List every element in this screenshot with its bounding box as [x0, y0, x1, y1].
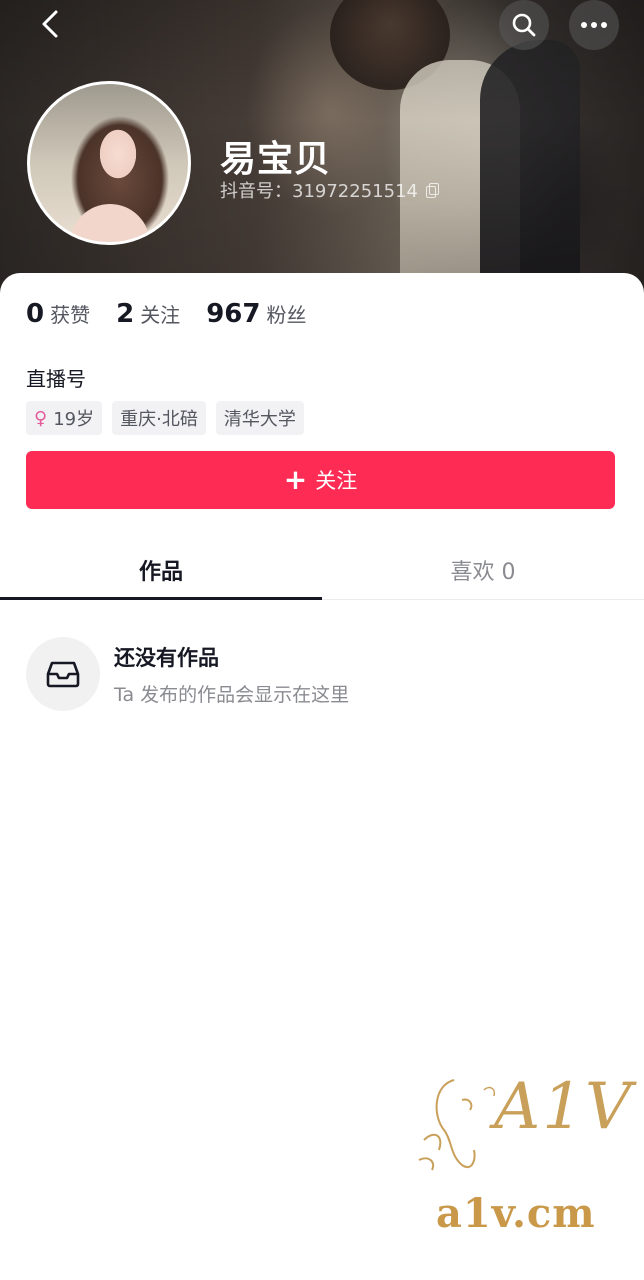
tab-likes[interactable]: 喜欢 0: [322, 541, 644, 599]
tab-works-label: 作品: [138, 560, 183, 585]
empty-state-subtitle: Ta 发布的作品会显示在这里: [114, 683, 350, 706]
more-horizontal-icon: [581, 22, 607, 28]
watermark-site: a1v.cm: [436, 1190, 596, 1237]
stat-following[interactable]: 2 关注: [116, 299, 180, 329]
tab-works[interactable]: 作品: [0, 541, 322, 599]
copy-icon[interactable]: [425, 183, 439, 198]
tab-likes-label: 喜欢 0: [450, 560, 516, 585]
chevron-left-icon: [42, 10, 58, 38]
tag-age-text: 19岁: [53, 409, 95, 430]
stat-value: 967: [206, 299, 261, 329]
stat-value: 0: [26, 299, 45, 329]
stat-value: 2: [116, 299, 135, 329]
inbox-icon: [46, 661, 80, 688]
profile-nickname: 易宝贝: [220, 139, 332, 180]
profile-stats: 0 获赞 2 关注 967 粉丝: [26, 299, 332, 329]
douyin-id-text: 抖音号：31972251514: [220, 181, 418, 202]
watermark: A1V a1v.cm: [414, 1070, 631, 1240]
stat-label: 获赞: [50, 303, 91, 327]
live-account-label: 直播号: [26, 367, 86, 391]
empty-state-title: 还没有作品: [114, 645, 219, 670]
content-tabs: 作品 喜欢 0: [0, 541, 644, 600]
watermark-logo-text: A1V: [494, 1070, 634, 1144]
follow-button[interactable]: + 关注: [26, 451, 615, 509]
follow-button-label: 关注: [315, 469, 358, 493]
back-button[interactable]: [30, 8, 70, 40]
tag-location-text: 重庆·北碚: [120, 409, 198, 430]
douyin-id: 抖音号：31972251514: [220, 177, 439, 203]
search-button[interactable]: [499, 0, 549, 50]
stat-label: 关注: [140, 303, 181, 327]
tag-school-text: 清华大学: [223, 409, 296, 430]
profile-tags: ♀ 19岁 重庆·北碚 清华大学: [26, 401, 304, 435]
female-icon: ♀: [34, 407, 48, 429]
plus-icon: +: [283, 463, 308, 496]
empty-state: 还没有作品 Ta 发布的作品会显示在这里: [26, 637, 349, 711]
tag-school[interactable]: 清华大学: [215, 401, 304, 435]
stat-followers[interactable]: 967 粉丝: [206, 299, 306, 329]
tag-age: ♀ 19岁: [26, 401, 103, 435]
stat-label: 粉丝: [266, 303, 307, 327]
more-button[interactable]: [569, 0, 619, 50]
avatar[interactable]: [27, 81, 191, 245]
search-icon: [512, 13, 536, 37]
stat-likes[interactable]: 0 获赞: [26, 299, 90, 329]
tag-location: 重庆·北碚: [112, 401, 206, 435]
empty-state-text: 还没有作品 Ta 发布的作品会显示在这里: [114, 642, 349, 707]
empty-state-icon-wrap: [26, 637, 100, 711]
active-tab-indicator: [0, 597, 322, 600]
